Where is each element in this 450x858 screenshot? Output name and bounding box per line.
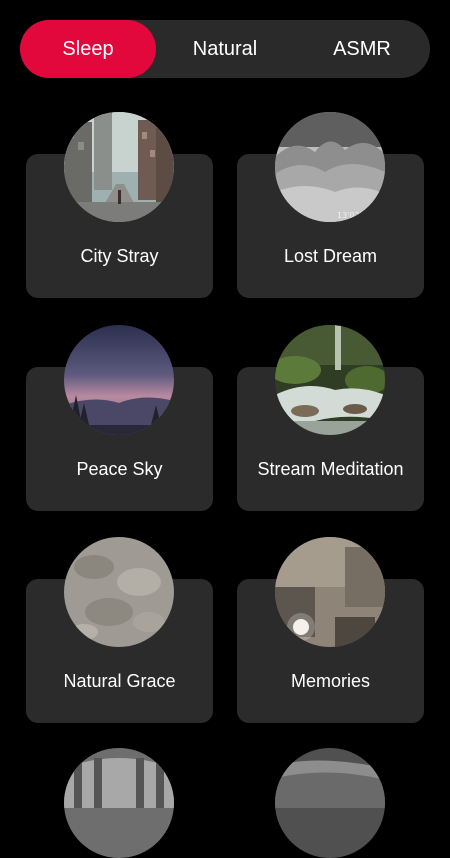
track-title: Memories bbox=[290, 671, 370, 691]
city-street-image[interactable] bbox=[64, 112, 174, 222]
track-title: Peace Sky bbox=[76, 459, 163, 479]
tab-asmr[interactable]: ASMR bbox=[294, 20, 430, 78]
tab-natural[interactable]: Natural bbox=[156, 20, 294, 78]
track-title: Natural Grace bbox=[63, 671, 176, 691]
vintage-room-image[interactable] bbox=[275, 537, 385, 647]
category-tabs: Sleep Natural ASMR bbox=[20, 20, 430, 78]
dusk-sky-image[interactable] bbox=[64, 325, 174, 435]
tab-sleep[interactable]: Sleep bbox=[20, 20, 156, 78]
track-title: City Stray bbox=[80, 246, 159, 266]
track-title: Lost Dream bbox=[283, 246, 378, 266]
next-track-image-right[interactable] bbox=[275, 748, 385, 858]
next-track-image-left[interactable] bbox=[64, 748, 174, 858]
forest-stream-image[interactable] bbox=[275, 325, 385, 435]
floral-texture-image[interactable] bbox=[64, 537, 174, 647]
track-title: Stream Meditation bbox=[257, 459, 404, 479]
misty-mountains-image[interactable]: 13'02' bbox=[275, 112, 385, 222]
